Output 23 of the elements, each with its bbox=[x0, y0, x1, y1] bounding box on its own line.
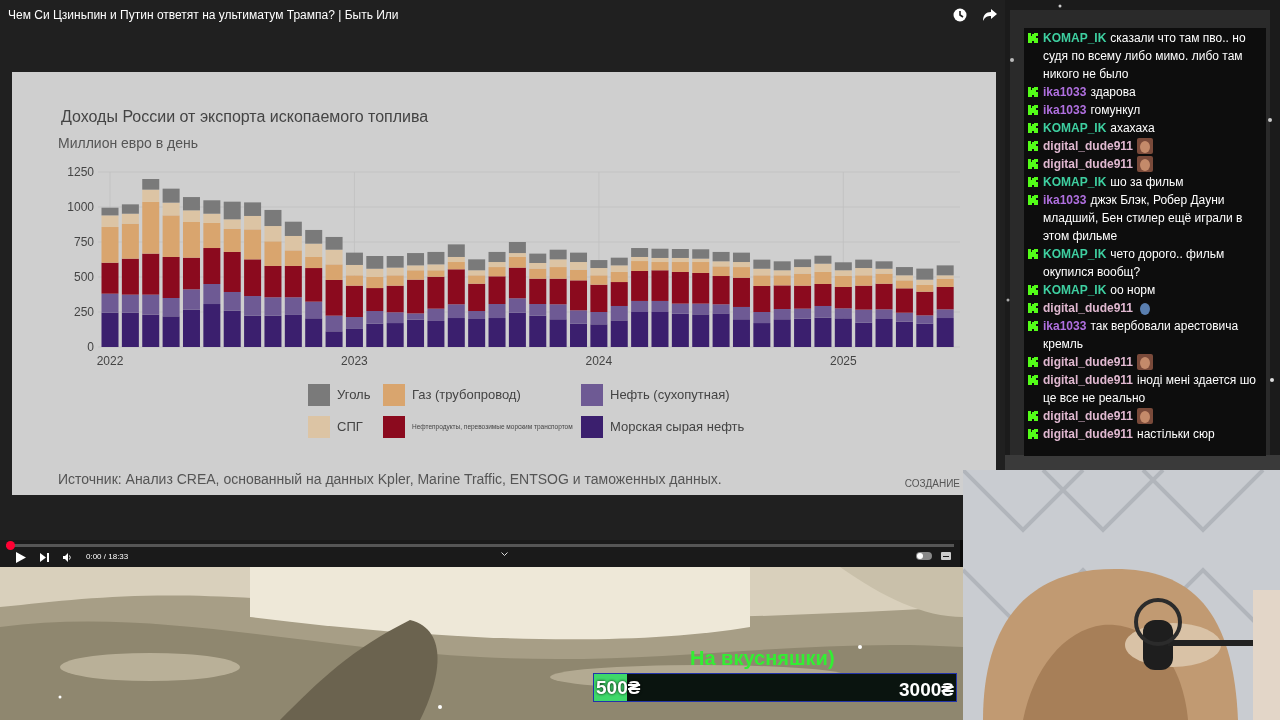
legend-label: Нефть (сухопутная) bbox=[610, 386, 730, 405]
time-display: 0:00 / 18:33 bbox=[86, 551, 129, 563]
logo-text: СОЗДАНИЕ bbox=[904, 477, 960, 491]
video-title: Чем Си Цзиньпин и Путин ответят на ультиматум Трампа? | Быть Или bbox=[8, 7, 400, 24]
legend-label: Газ (трубопровод) bbox=[412, 386, 521, 405]
goal-title: На вкусняшки) bbox=[690, 646, 835, 671]
goal-target: 3000₴ bbox=[899, 678, 954, 702]
axis-label: 1250 bbox=[67, 165, 94, 179]
axis-title: Миллион евро в день bbox=[58, 134, 199, 153]
axis-label: 2025 bbox=[829, 354, 857, 368]
chart-title: Доходы России от экспорта ископаемого топлива bbox=[61, 107, 429, 127]
legend-label: Морская сырая нефть bbox=[610, 418, 745, 437]
axis-label: 2022 bbox=[96, 354, 124, 368]
legend-label: Уголь bbox=[337, 386, 371, 405]
legend-label: СПГ bbox=[337, 418, 363, 437]
axis-label: 750 bbox=[73, 235, 94, 249]
axis-label: 250 bbox=[73, 305, 94, 319]
axis-label: 0 bbox=[87, 340, 94, 354]
axis-label: 2023 bbox=[341, 354, 368, 368]
axis-label: 1000 bbox=[67, 200, 94, 214]
axis-label: 2024 bbox=[585, 354, 613, 368]
source-note: Источник: Анализ CREA, основанный на данных Kpler, Marine Traffic, ENTSOG и таможенных данных. bbox=[58, 470, 722, 489]
axis-label: 500 bbox=[73, 270, 94, 284]
